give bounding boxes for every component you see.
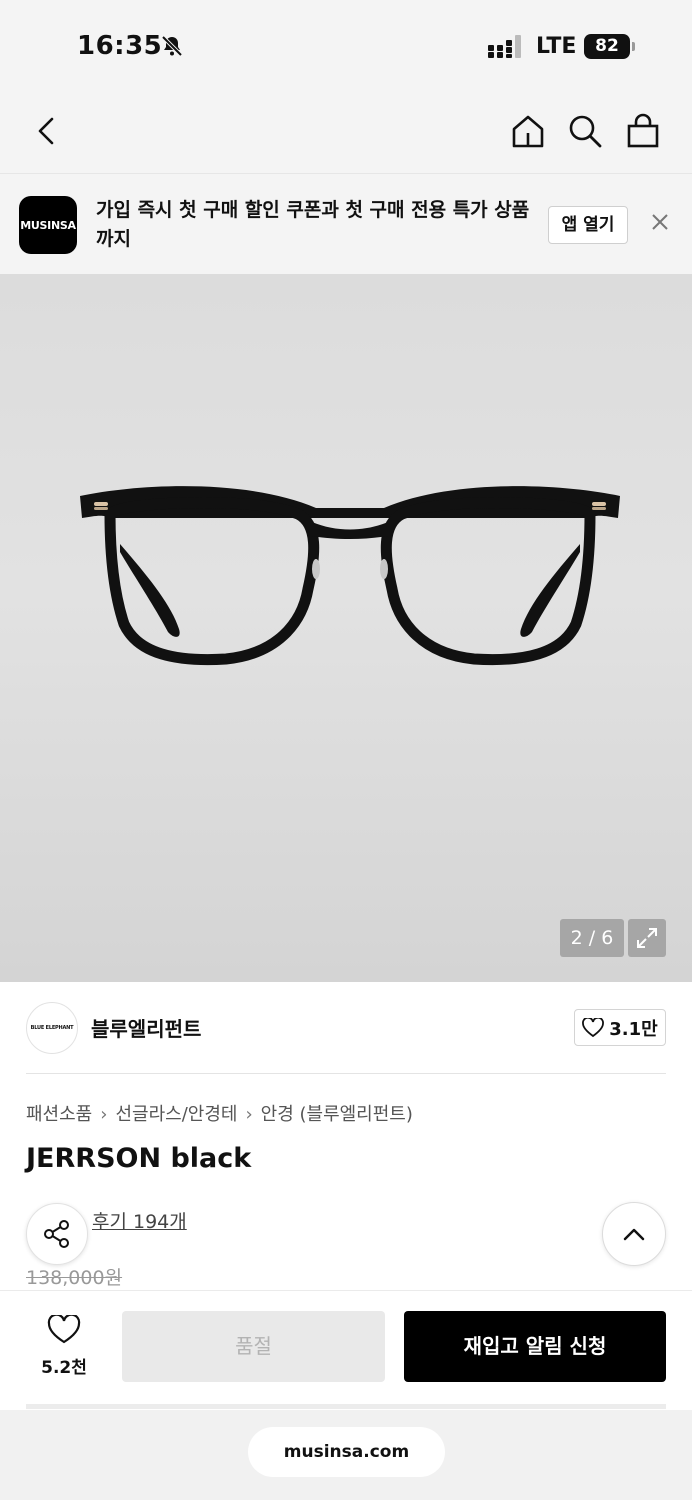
brand-name[interactable]: 블루엘리펀트 <box>91 1013 201 1042</box>
close-icon[interactable] <box>647 209 673 235</box>
image-counter: 2 / 6 <box>560 919 624 957</box>
home-button[interactable] <box>506 109 550 153</box>
signal-icon <box>488 35 521 58</box>
brand-row: BLUE ELEPHANT 블루엘리펀트 3.1만 <box>26 1000 666 1074</box>
bell-muted-icon <box>161 35 183 57</box>
app-install-banner: MUSINSA 가입 즉시 첫 구매 할인 쿠폰과 첫 구매 전용 특가 상품까… <box>0 173 692 274</box>
breadcrumb-item[interactable]: 안경 (블루엘리펀트) <box>261 1104 413 1125</box>
back-icon <box>38 117 54 145</box>
status-bar: 16:35 LTE 82 <box>0 0 692 95</box>
glasses-product-image <box>80 486 620 666</box>
heart-icon <box>582 1017 605 1037</box>
brand-logo[interactable]: BLUE ELEPHANT <box>26 1002 78 1054</box>
soldout-button: 품절 <box>122 1311 385 1382</box>
breadcrumb: 패션소품 › 선글라스/안경테 › 안경 (블루엘리펀트) <box>26 1100 413 1126</box>
chevron-right-icon: › <box>100 1104 108 1125</box>
share-icon <box>44 1220 69 1248</box>
browser-bottom-bar: musinsa.com <box>0 1410 692 1500</box>
breadcrumb-item[interactable]: 패션소품 <box>26 1104 92 1125</box>
search-button[interactable] <box>563 109 607 153</box>
back-button[interactable] <box>24 109 68 153</box>
chevron-up-icon <box>623 1228 645 1241</box>
restock-alert-button[interactable]: 재입고 알림 신청 <box>404 1311 666 1382</box>
cart-button[interactable] <box>621 109 665 153</box>
musinsa-logo: MUSINSA <box>19 196 77 254</box>
product-image-gallery[interactable]: 2 / 6 <box>0 274 692 982</box>
status-time: 16:35 <box>77 31 163 61</box>
network-label: LTE <box>536 34 577 59</box>
battery-level: 82 <box>584 34 630 59</box>
heart-icon <box>47 1313 81 1344</box>
share-button[interactable] <box>26 1203 88 1265</box>
bottom-action-bar: 5.2천 품절 재입고 알림 신청 <box>0 1290 692 1410</box>
review-link[interactable]: 후기 194개 <box>92 1207 187 1234</box>
search-icon <box>569 115 602 148</box>
nav-bar <box>0 95 692 173</box>
brand-like-count: 3.1만 <box>609 1018 658 1040</box>
wishlist-button[interactable]: 5.2천 <box>26 1313 102 1379</box>
expand-button[interactable] <box>628 919 666 957</box>
product-title: JERRSON black <box>26 1143 252 1174</box>
wishlist-count: 5.2천 <box>41 1358 87 1378</box>
open-app-button[interactable]: 앱 열기 <box>548 206 628 244</box>
url-bar[interactable]: musinsa.com <box>248 1427 445 1477</box>
banner-message: 가입 즉시 첫 구매 할인 쿠폰과 첫 구매 전용 특가 상품까지 <box>96 199 530 250</box>
original-price: 138,000원 <box>26 1267 123 1289</box>
battery-icon: 82 <box>584 34 636 59</box>
home-icon <box>512 115 544 148</box>
divider <box>26 1404 666 1409</box>
shopping-bag-icon <box>627 113 659 148</box>
breadcrumb-item[interactable]: 선글라스/안경테 <box>115 1104 237 1125</box>
expand-icon <box>637 928 657 948</box>
brand-like-button[interactable]: 3.1만 <box>574 1009 666 1046</box>
chevron-right-icon: › <box>245 1104 253 1125</box>
scroll-to-top-button[interactable] <box>602 1202 666 1266</box>
